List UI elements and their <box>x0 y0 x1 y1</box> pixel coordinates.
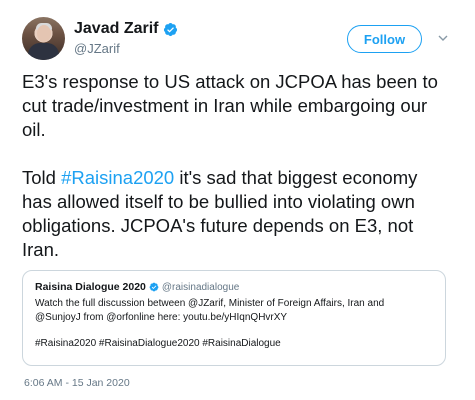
author-handle[interactable]: @JZarif <box>74 41 120 56</box>
tweet-paragraph-1: E3's response to US attack on JCPOA has … <box>22 71 438 140</box>
follow-button[interactable]: Follow <box>347 25 422 53</box>
author-name[interactable]: Javad Zarif <box>74 20 158 38</box>
quoted-tweet-body: Watch the full discussion between @JZari… <box>35 297 433 325</box>
quoted-author-handle: @raisinadialogue <box>161 281 240 293</box>
author-name-row: Javad Zarif <box>74 20 178 38</box>
tweet-text-segment: Told <box>22 167 62 188</box>
quoted-line-2: @SunjoyJ from @orfonline here: youtu.be/… <box>35 312 288 323</box>
avatar[interactable] <box>22 17 65 60</box>
quoted-tweet[interactable]: Raisina Dialogue 2020 @raisinadialogue W… <box>22 270 446 366</box>
quoted-hashtags: #Raisina2020 #RaisinaDialogue2020 #Raisi… <box>35 338 281 349</box>
avatar-face <box>37 25 51 42</box>
quoted-author-name: Raisina Dialogue 2020 <box>35 281 146 293</box>
verified-badge-icon <box>164 22 178 36</box>
chevron-down-icon[interactable] <box>438 33 448 43</box>
tweet-timestamp[interactable]: 6:06 AM - 15 Jan 2020 <box>24 377 130 389</box>
tweet-paragraph-2: Told #Raisina2020 it's sad that biggest … <box>22 166 452 262</box>
hashtag-link[interactable]: #Raisina2020 <box>61 167 174 188</box>
quoted-tweet-header: Raisina Dialogue 2020 @raisinadialogue <box>35 281 433 293</box>
quoted-line-1: Watch the full discussion between @JZari… <box>35 298 385 309</box>
tweet-text: E3's response to US attack on JCPOA has … <box>22 70 452 262</box>
verified-badge-icon <box>149 282 159 292</box>
avatar-suit <box>28 43 59 60</box>
